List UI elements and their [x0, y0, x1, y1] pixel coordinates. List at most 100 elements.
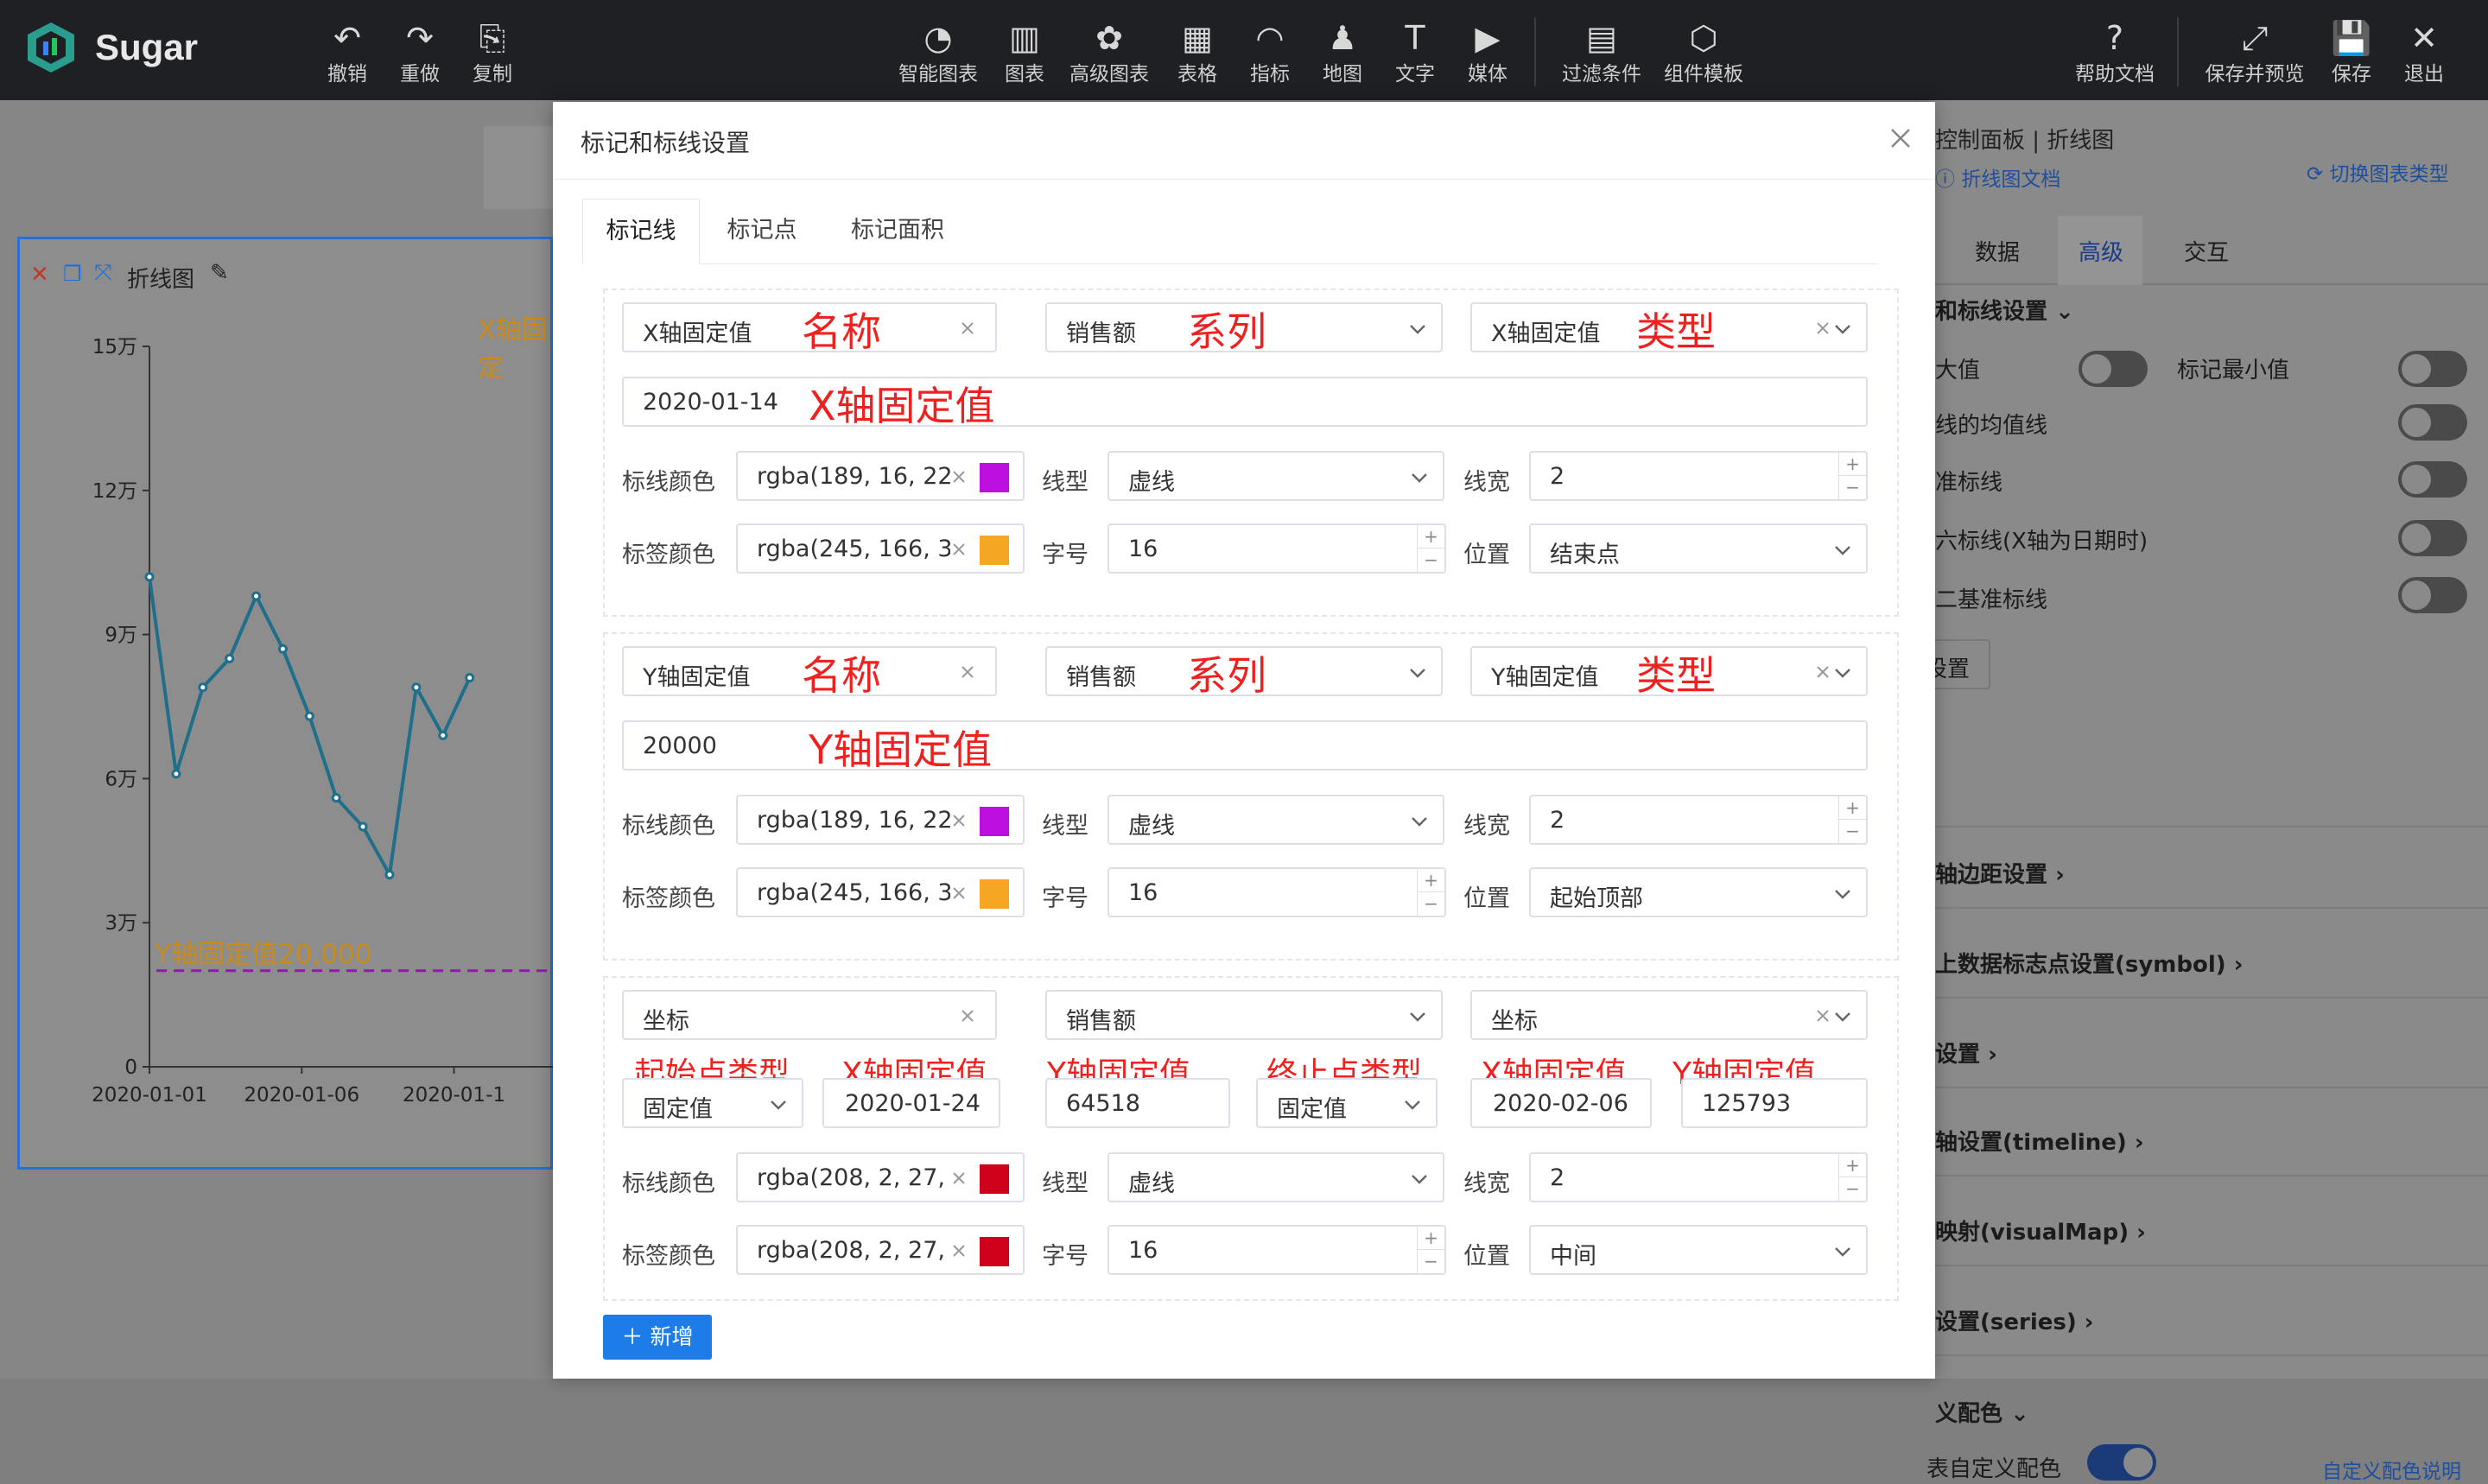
number-stepper[interactable]: + − [1838, 453, 1866, 499]
clear-icon[interactable] [959, 1007, 976, 1024]
metric-button[interactable]: ◠ 指标 [1250, 19, 1290, 86]
clear-icon[interactable] [959, 320, 976, 337]
number-stepper[interactable]: + − [1417, 1227, 1444, 1273]
line-type-select[interactable]: 虚线 [1108, 795, 1444, 845]
tab-markpoint[interactable]: 标记点 [703, 199, 821, 264]
line-type-select[interactable]: 虚线 [1108, 1152, 1444, 1202]
chevron-down-icon [1410, 669, 1425, 678]
tab-advanced[interactable]: 高级 [2079, 235, 2123, 267]
tab-interaction[interactable]: 交互 [2184, 235, 2229, 267]
collapsed-section[interactable]: 设置(series) › [1935, 1304, 2094, 1336]
app-logo: Sugar [26, 21, 198, 74]
clear-icon[interactable] [959, 663, 976, 681]
save-button[interactable]: 💾 保存 [2331, 19, 2371, 86]
position-select[interactable]: 中间 [1529, 1225, 1868, 1275]
end-point-type-select[interactable]: 固定值 [1256, 1078, 1438, 1128]
panel-breadcrumb: 控制面板 | 折线图 [1935, 128, 2115, 154]
font-size-input[interactable]: 16 + − [1108, 867, 1446, 917]
label-color-swatch[interactable] [980, 1237, 1009, 1266]
undo-button[interactable]: ↶ 撤销 [327, 19, 367, 86]
smart-button[interactable]: ◔ 智能图表 [898, 19, 978, 86]
collapsed-section[interactable]: 设置 › [1935, 1037, 1997, 1069]
clear-icon[interactable] [950, 1242, 968, 1259]
end-y-input[interactable]: 125793 [1681, 1078, 1868, 1128]
series-select[interactable]: 销售额 [1045, 990, 1443, 1040]
max-value-toggle[interactable] [2079, 351, 2148, 387]
second-baseline-toggle[interactable] [2398, 577, 2467, 613]
average-line-toggle[interactable] [2398, 404, 2467, 441]
position-select[interactable]: 起始顶部 [1529, 867, 1868, 917]
line-width-input[interactable]: 2 + − [1529, 451, 1868, 501]
close-icon[interactable] [1883, 121, 1918, 155]
table-button[interactable]: ▦ 表格 [1177, 19, 1217, 86]
custom-color-doc-link[interactable]: 自定义配色说明 [2322, 1455, 2461, 1484]
number-stepper[interactable]: + − [1838, 796, 1866, 843]
line-chart-widget[interactable]: ✕ ❐ ⤧ 折线图 ✎ X轴固定 0 3万 6万 9万 12万 15万 2020-01-01… [17, 237, 555, 1170]
chart-button[interactable]: ▥ 图表 [1005, 19, 1044, 86]
line-color-swatch[interactable] [980, 1164, 1009, 1194]
font-size-input[interactable]: 16 + − [1108, 1225, 1446, 1275]
label-color-input[interactable]: rgba(245, 166, 3 [736, 867, 1025, 917]
exit-button[interactable]: ✕ 退出 [2404, 19, 2444, 86]
line-type-select[interactable]: 虚线 [1108, 451, 1444, 501]
custom-color-title[interactable]: 义配色 ⌄ [1935, 1396, 2029, 1428]
text-button[interactable]: T 文字 [1395, 19, 1435, 86]
label-color-swatch[interactable] [980, 536, 1009, 565]
position-select[interactable]: 结束点 [1529, 523, 1868, 574]
custom-color-toggle[interactable] [2087, 1444, 2156, 1481]
redo-button[interactable]: ↷ 重做 [400, 19, 440, 86]
advchart-button[interactable]: ✿ 高级图表 [1069, 19, 1149, 86]
line-color-swatch[interactable] [980, 807, 1009, 836]
tab-data[interactable]: 数据 [1975, 235, 2020, 267]
add-markline-button[interactable]: ＋ 新增 [603, 1315, 712, 1360]
clear-icon[interactable] [950, 468, 968, 485]
template-button[interactable]: ⬡ 组件模板 [1664, 19, 1743, 86]
switch-chart-type-link[interactable]: ⟳ 切换图表类型 [2307, 157, 2449, 187]
savepreview-button[interactable]: ⤢ 保存并预览 [2206, 19, 2305, 86]
baseline-toggle[interactable] [2398, 461, 2467, 498]
data-point [304, 711, 314, 721]
doc-link[interactable]: ⓘ 折线图文档 [1935, 162, 2060, 192]
number-stepper[interactable]: + − [1417, 525, 1444, 572]
line-width-input[interactable]: 2 + − [1529, 795, 1868, 845]
tab-markline[interactable]: 标记线 [582, 199, 700, 264]
clear-icon[interactable] [950, 541, 968, 558]
clear-icon[interactable] [950, 1170, 968, 1187]
min-value-toggle[interactable] [2398, 351, 2467, 387]
number-stepper[interactable]: + − [1417, 869, 1444, 916]
filter-button[interactable]: ▤ 过滤条件 [1562, 19, 1641, 86]
markline-section-title[interactable]: 和标线设置 ⌄ [1935, 294, 2074, 326]
start-point-type-select[interactable]: 固定值 [622, 1078, 803, 1128]
line-width-input[interactable]: 2 + − [1529, 1152, 1868, 1202]
map-button[interactable]: ♟ 地图 [1323, 19, 1362, 86]
markline-name-field[interactable]: 坐标 [622, 990, 997, 1040]
font-size-input[interactable]: 16 + − [1108, 523, 1446, 574]
line-color-input[interactable]: rgba(189, 16, 22 [736, 795, 1025, 845]
label-color-swatch[interactable] [980, 879, 1009, 909]
collapsed-section[interactable]: 轴边距设置 › [1935, 857, 2065, 889]
line-color-input[interactable]: rgba(189, 16, 22 [736, 451, 1025, 501]
clear-icon[interactable] [950, 812, 968, 829]
clear-icon[interactable] [950, 885, 968, 902]
clear-icon[interactable] [1814, 320, 1831, 337]
label-color-input[interactable]: rgba(245, 166, 3 [736, 523, 1025, 574]
template-label: 组件模板 [1664, 63, 1743, 86]
start-y-input[interactable]: 64518 [1045, 1078, 1230, 1128]
label-color-input[interactable]: rgba(208, 2, 27, [736, 1225, 1025, 1275]
clear-icon[interactable] [1814, 1007, 1831, 1024]
markline-type-select[interactable]: 坐标 [1470, 990, 1868, 1040]
help-button[interactable]: ? 帮助文档 [2075, 19, 2155, 86]
clear-icon[interactable] [1814, 663, 1831, 681]
number-stepper[interactable]: + − [1838, 1154, 1866, 1201]
end-x-input[interactable]: 2020-02-06 [1470, 1078, 1652, 1128]
start-x-input[interactable]: 2020-01-24 [822, 1078, 1000, 1128]
line-color-swatch[interactable] [980, 463, 1009, 492]
line-color-input[interactable]: rgba(208, 2, 27, [736, 1152, 1025, 1202]
date-markline-toggle[interactable] [2398, 520, 2467, 556]
collapsed-section[interactable]: 上数据标志点设置(symbol) › [1935, 947, 2243, 979]
copy-button[interactable]: ⎘ 复制 [473, 19, 512, 86]
tab-markarea[interactable]: 标记面积 [824, 199, 971, 264]
collapsed-section[interactable]: 轴设置(timeline) › [1935, 1125, 2144, 1157]
media-button[interactable]: ▶ 媒体 [1468, 19, 1507, 86]
collapsed-section[interactable]: 映射(visualMap) › [1935, 1214, 2146, 1246]
